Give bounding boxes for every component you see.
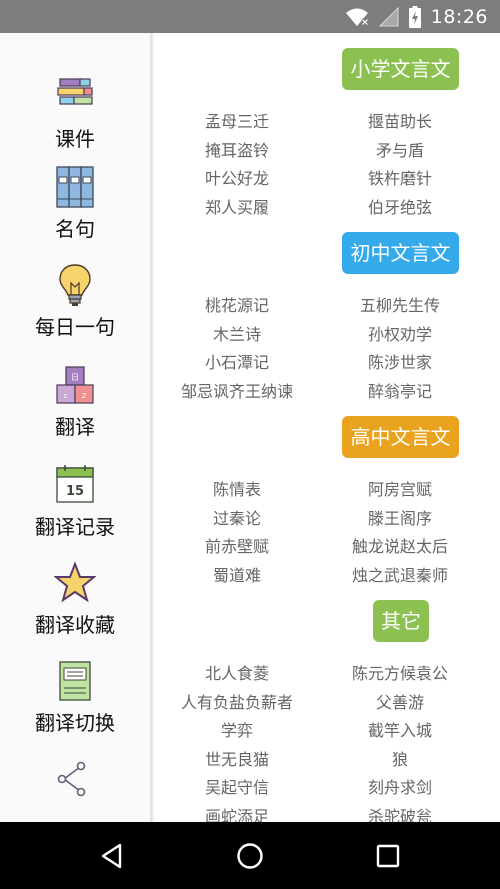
sidebar-item-translation-history[interactable]: 15 翻译记录 (0, 463, 150, 553)
home-icon (237, 842, 263, 869)
sidebar-item-label: 名句 (55, 217, 95, 241)
home-button[interactable] (210, 822, 290, 889)
list-item[interactable]: 狼 (318, 746, 482, 770)
sidebar-item-translate-switch[interactable]: 翻译切换 (0, 659, 150, 749)
list-item[interactable]: 阿房宫赋 (318, 476, 482, 500)
wifi-icon (345, 8, 369, 26)
system-nav-bar (0, 822, 500, 889)
star-icon (54, 561, 96, 603)
svg-text:ㄷ: ㄷ (63, 392, 69, 400)
list-item[interactable]: 杀驼破瓮 (318, 803, 482, 822)
list-item[interactable]: 小石潭记 (155, 349, 319, 373)
list-item[interactable]: 桃花源记 (155, 292, 319, 316)
list-item[interactable]: 陈情表 (155, 476, 319, 500)
list-item[interactable]: 矛与盾 (318, 137, 482, 161)
list-item[interactable]: 吴起守信 (155, 774, 319, 798)
svg-text:日: 日 (71, 373, 79, 382)
list-item[interactable]: 画蛇添足 (155, 803, 319, 822)
share-icon (57, 761, 86, 797)
back-button[interactable] (72, 822, 152, 889)
sidebar-item-daily-sentence[interactable]: 每日一句 (0, 263, 150, 353)
list-item[interactable]: 孙权劝学 (318, 321, 482, 345)
sidebar-drawer: 课件 名句 每日一句 日 ㄷ Z 翻译 15 翻译记录 翻译收藏 翻译切换 (0, 33, 150, 822)
list-item[interactable]: 揠苗助长 (318, 108, 482, 132)
list-item[interactable]: 铁杵磨针 (318, 165, 482, 189)
content-list[interactable]: 小学文言文 孟母三迁 揠苗助长 掩耳盗铃 矛与盾 叶公好龙 铁杵磨针 郑人买履 … (155, 33, 500, 822)
section-badge-senior: 高中文言文 (342, 416, 459, 458)
battery-charging-icon (408, 5, 421, 28)
list-item[interactable]: 伯牙绝弦 (318, 194, 482, 218)
list-item[interactable]: 郑人买履 (155, 194, 319, 218)
sidebar-item-label: 翻译 (55, 415, 95, 439)
status-bar: 18:26 (0, 0, 500, 33)
list-item[interactable]: 烛之武退秦师 (318, 562, 482, 586)
list-item[interactable]: 孟母三迁 (155, 108, 319, 132)
sidebar-item-share[interactable] (0, 759, 150, 822)
list-item[interactable]: 学弈 (155, 717, 319, 741)
list-item[interactable]: 五柳先生传 (318, 292, 482, 316)
list-item[interactable]: 触龙说赵太后 (318, 533, 482, 557)
list-item[interactable]: 北人食菱 (155, 660, 319, 684)
sidebar-item-courseware[interactable]: 课件 (0, 75, 150, 165)
status-icons: 18:26 (345, 0, 488, 33)
sidebar-item-famous-quotes[interactable]: 名句 (0, 165, 150, 255)
sidebar-item-favorites[interactable]: 翻译收藏 (0, 561, 150, 651)
recents-icon (376, 844, 400, 867)
list-item[interactable]: 截竿入城 (318, 717, 482, 741)
sidebar-item-translate[interactable]: 日 ㄷ Z 翻译 (0, 363, 150, 453)
calendar-day: 15 (66, 484, 84, 499)
list-item[interactable]: 世无良猫 (155, 746, 319, 770)
list-item[interactable]: 过秦论 (155, 505, 319, 529)
courseware-icon (57, 78, 93, 105)
list-item[interactable]: 前赤壁赋 (155, 533, 319, 557)
lightbulb-icon (59, 264, 91, 306)
sidebar-item-label: 每日一句 (35, 315, 115, 339)
notebook-icon (59, 661, 91, 701)
calendar-icon: 15 (56, 465, 94, 503)
list-item[interactable]: 陈涉世家 (318, 349, 482, 373)
list-item[interactable]: 人有负盐负薪者 (155, 689, 319, 713)
list-item[interactable]: 蜀道难 (155, 562, 319, 586)
section-badge-junior: 初中文言文 (342, 232, 459, 274)
section-badge-primary: 小学文言文 (342, 48, 459, 90)
list-item[interactable]: 滕王阁序 (318, 505, 482, 529)
list-item[interactable]: 父善游 (318, 689, 482, 713)
list-item[interactable]: 木兰诗 (155, 321, 319, 345)
translate-blocks-icon: 日 ㄷ Z (56, 366, 94, 404)
list-item[interactable]: 叶公好龙 (155, 165, 319, 189)
list-item[interactable]: 掩耳盗铃 (155, 137, 319, 161)
section-badge-other: 其它 (373, 600, 429, 642)
svg-text:Z: Z (82, 392, 87, 400)
sidebar-item-label: 翻译收藏 (35, 613, 115, 637)
signal-icon (378, 6, 399, 26)
books-icon (56, 166, 94, 208)
sidebar-item-label: 课件 (55, 127, 95, 151)
sidebar-item-label: 翻译记录 (35, 515, 115, 539)
list-item[interactable]: 醉翁亭记 (318, 378, 482, 402)
recents-button[interactable] (348, 822, 428, 889)
status-time: 18:26 (430, 5, 488, 28)
back-icon (101, 843, 122, 868)
list-item[interactable]: 陈元方候袁公 (318, 660, 482, 684)
list-item[interactable]: 邹忌讽齐王纳谏 (155, 378, 319, 402)
list-item[interactable]: 刻舟求剑 (318, 774, 482, 798)
sidebar-item-label: 翻译切换 (35, 711, 115, 735)
